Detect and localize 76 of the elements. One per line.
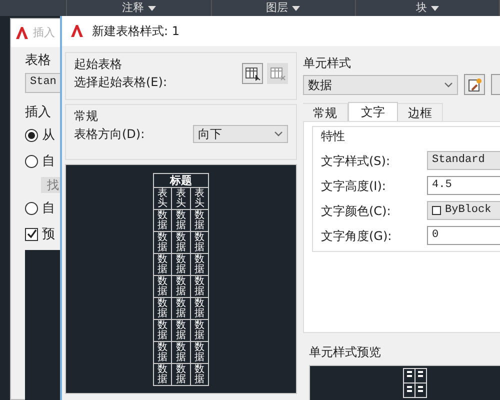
field-label: 表格方向(D): xyxy=(74,126,145,143)
new-style-icon xyxy=(468,78,482,92)
preview-cell-text: 表头 xyxy=(158,188,168,209)
select-table-button[interactable] xyxy=(242,63,263,84)
preview-cell-text: 数据 xyxy=(176,254,186,275)
field-label: 文字角度(G): xyxy=(321,228,393,244)
preview-cell-text: 数据 xyxy=(194,276,204,297)
preview-cell-text: 数据 xyxy=(176,276,186,297)
ribbon-panel-tab[interactable]: 注释 xyxy=(122,0,156,16)
preview-cell-text: 数据 xyxy=(176,210,186,231)
window-title: 插入 xyxy=(33,24,55,41)
input-field[interactable]: 4.5 xyxy=(427,176,500,195)
preview-cell-text: 数据 xyxy=(194,254,204,275)
radio-button[interactable] xyxy=(25,202,38,216)
group-label: 插入 xyxy=(25,104,52,122)
field-label: 文字颜色(C): xyxy=(321,202,392,220)
group-label: 常规 xyxy=(74,108,99,125)
caret-icon xyxy=(292,6,300,10)
group-label: 起始表格 xyxy=(74,56,123,73)
tab[interactable]: 文字 xyxy=(348,102,398,121)
preview-cell-text: 数据 xyxy=(176,364,186,385)
new-cell-style-button[interactable] xyxy=(464,74,485,95)
checkbox-label: 预 xyxy=(42,226,55,244)
ribbon-panel-tab[interactable]: 块 xyxy=(416,0,439,16)
preview-cell-text: 数据 xyxy=(176,320,186,341)
preview-cell-text: 数据 xyxy=(176,342,186,363)
chevron-icon xyxy=(444,82,453,88)
preview-cell-text: 数据 xyxy=(158,276,168,297)
radio-label: 自 xyxy=(42,200,55,218)
window-title: 新建表格样式: 1 xyxy=(92,23,180,40)
caret-icon xyxy=(430,6,439,10)
color-dropdown[interactable]: ByBlock xyxy=(427,201,500,220)
preview-cell-text: 数据 xyxy=(194,320,204,341)
preview-cell-text: 数据 xyxy=(194,210,204,231)
cell-preview-drawing xyxy=(402,368,426,398)
section-label: 单元样式 xyxy=(303,55,352,72)
preview-cell-text: 数据 xyxy=(194,342,204,363)
preview-cell-text: 数据 xyxy=(194,298,204,319)
preview-cell-text: 数据 xyxy=(158,232,168,253)
preview-cell-text: 数据 xyxy=(158,342,168,363)
field-label: 文字高度(I): xyxy=(321,178,387,194)
preview-cell-text: 数据 xyxy=(158,298,168,319)
direction-dropdown[interactable]: 向下 xyxy=(193,125,288,143)
preview-cell-text: 表头 xyxy=(194,188,204,209)
app-logo-icon xyxy=(15,26,29,40)
input-field[interactable]: 0 xyxy=(427,226,500,245)
app-logo-icon xyxy=(70,24,84,38)
group-label: 特性 xyxy=(321,128,346,145)
radio-label: 自 xyxy=(42,152,55,170)
tab[interactable]: 边框 xyxy=(398,103,443,121)
caret-icon xyxy=(148,6,156,10)
preview-cell-text: 数据 xyxy=(158,320,168,341)
table-select-icon xyxy=(244,66,260,80)
radio-label: 从 xyxy=(42,127,55,145)
preview-cell-text: 表头 xyxy=(176,188,186,209)
text-style-dropdown[interactable]: Standard xyxy=(427,151,500,170)
ribbon-panel-tab[interactable]: 图层 xyxy=(266,0,300,16)
field-label: 文字样式(S): xyxy=(321,152,392,170)
preview-cell-text: 数据 xyxy=(158,364,168,385)
preview-cell-text: 数据 xyxy=(158,210,168,231)
table-delete-icon xyxy=(270,66,286,80)
section-label: 单元样式预览 xyxy=(309,344,382,361)
preview-cell-text: 数据 xyxy=(176,232,186,253)
radio-button[interactable] xyxy=(25,154,38,168)
field-label: 选择起始表格(E): xyxy=(74,74,167,91)
preview-title: 标题 xyxy=(154,174,208,188)
group-label: 表格 xyxy=(25,52,52,70)
tab[interactable]: 常规 xyxy=(303,103,348,121)
cell-style-dropdown[interactable]: 数据 xyxy=(303,74,458,94)
preview-cell-text: 数据 xyxy=(158,254,168,275)
preview-cell-text: 数据 xyxy=(176,298,186,319)
preview-cell-text: 数据 xyxy=(194,364,204,385)
checkbox[interactable] xyxy=(25,228,38,241)
radio-button[interactable] xyxy=(25,129,38,142)
chevron-icon xyxy=(274,131,283,137)
preview-cell-text: 数据 xyxy=(194,232,204,253)
